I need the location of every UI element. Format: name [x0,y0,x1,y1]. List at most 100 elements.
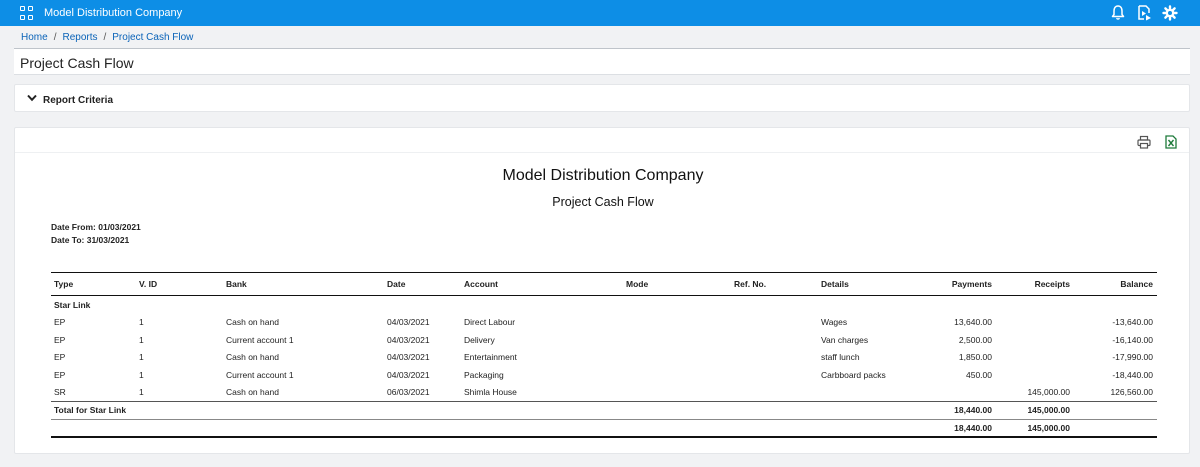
group-header-row: Star Link [51,296,1157,314]
cell-type: EP [54,370,66,381]
grand-total-receipts: 145,000.00 [996,419,1074,439]
col-mode: Mode [623,272,731,296]
cell-bank: Cash on hand [226,317,279,328]
page-title: Project Cash Flow [20,55,134,71]
grand-total-balance [1074,419,1157,439]
cell-details: Wages [821,317,848,328]
cell-type: EP [54,352,66,363]
page-title-bar: Project Cash Flow [14,48,1190,75]
cell-receipts [996,366,1074,384]
table-row: EP 1 Cash on hand 04/03/2021 Entertainme… [51,349,1157,367]
col-balance: Balance [1074,272,1157,296]
cell-voucher-id: 1 [139,387,144,398]
cell-account: Packaging [464,370,504,381]
cell-date: 04/03/2021 [387,352,430,363]
report-dates: Date From: 01/03/2021 Date To: 31/03/202… [51,221,141,247]
col-type: Type [51,272,136,296]
cell-payments: 1,850.00 [958,352,992,363]
cell-date: 04/03/2021 [387,317,430,328]
cell-payments [903,384,996,402]
cell-ref-no [731,331,818,349]
cell-mode [623,384,731,402]
cell-balance: -13,640.00 [1112,317,1153,328]
breadcrumb-separator: / [103,32,107,43]
table-header-row: Type V. ID Bank Date Account Mode Ref. N… [51,272,1157,296]
col-ref-no: Ref. No. [731,272,818,296]
col-date: Date [384,272,461,296]
gear-icon[interactable] [1162,4,1178,21]
cell-bank: Current account 1 [226,334,294,345]
cell-details: staff lunch [821,352,860,363]
breadcrumb-current[interactable]: Project Cash Flow [112,32,193,43]
report-criteria-label: Report Criteria [43,95,114,106]
cell-mode [623,349,731,367]
cell-balance: -18,440.00 [1112,370,1153,381]
cell-date: 06/03/2021 [387,387,430,398]
date-from: Date From: 01/03/2021 [51,222,141,232]
cell-mode [623,314,731,332]
cell-balance: -17,990.00 [1112,352,1153,363]
cell-voucher-id: 1 [139,352,144,363]
grand-total-label [51,419,903,439]
cell-bank: Cash on hand [226,387,279,398]
cell-payments: 2,500.00 [958,334,992,345]
col-voucher-id: V. ID [136,272,223,296]
cell-account: Delivery [464,334,495,345]
cell-mode [623,331,731,349]
report-criteria-toggle[interactable]: Report Criteria [14,84,1190,112]
cell-balance: 126,560.00 [1110,387,1153,398]
cell-ref-no [731,314,818,332]
top-app-bar: Model Distribution Company [0,0,1200,26]
cell-type: EP [54,334,66,345]
apps-grid-icon[interactable] [20,6,34,20]
top-actions [1110,4,1178,21]
cash-flow-table: Type V. ID Bank Date Account Mode Ref. N… [51,272,1157,439]
cell-bank: Cash on hand [226,352,279,363]
group-total-payments: 18,440.00 [903,400,996,420]
breadcrumb: Home / Reports / Project Cash Flow [21,32,193,43]
breadcrumb-reports[interactable]: Reports [62,32,97,43]
cell-details: Carbboard packs [821,370,886,381]
col-bank: Bank [223,272,384,296]
cell-ref-no [731,384,818,402]
cell-mode [623,366,731,384]
print-icon[interactable] [1137,135,1151,149]
date-to: Date To: 31/03/2021 [51,235,130,245]
cell-ref-no [731,349,818,367]
cell-account: Shimla House [464,387,517,398]
cell-date: 04/03/2021 [387,334,430,345]
cell-payments: 13,640.00 [954,317,992,328]
col-account: Account [461,272,623,296]
cell-ref-no [731,366,818,384]
table-row: EP 1 Current account 1 04/03/2021 Packag… [51,366,1157,384]
group-total-balance [1074,400,1157,420]
breadcrumb-home[interactable]: Home [21,32,48,43]
cell-type: SR [54,387,66,398]
cell-receipts [996,331,1074,349]
cell-payments: 450.00 [966,370,992,381]
excel-icon[interactable] [1165,135,1177,149]
col-details: Details [818,272,903,296]
cell-bank: Current account 1 [226,370,294,381]
cell-type: EP [54,317,66,328]
app-title: Model Distribution Company [44,7,183,19]
toolbar-divider [15,152,1189,153]
col-receipts: Receipts [996,272,1074,296]
cell-date: 04/03/2021 [387,370,430,381]
breadcrumb-separator: / [53,32,57,43]
group-label: Star Link [54,299,91,310]
report-tools [1137,135,1177,149]
cell-account: Entertainment [464,352,517,363]
cell-details: Van charges [821,334,869,345]
report-panel: Model Distribution Company Project Cash … [14,127,1190,454]
group-total-label: Total for Star Link [51,400,903,420]
cell-balance: -16,140.00 [1112,334,1153,345]
table-row: SR 1 Cash on hand 06/03/2021 Shimla Hous… [51,384,1157,402]
group-total-row: Total for Star Link 18,440.00 145,000.00 [51,400,1157,420]
cell-account: Direct Labour [464,317,516,328]
bell-icon[interactable] [1110,4,1126,21]
report-title: Project Cash Flow [552,195,654,209]
report-company: Model Distribution Company [502,167,704,184]
play-document-icon[interactable] [1136,4,1152,21]
col-payments: Payments [903,272,996,296]
